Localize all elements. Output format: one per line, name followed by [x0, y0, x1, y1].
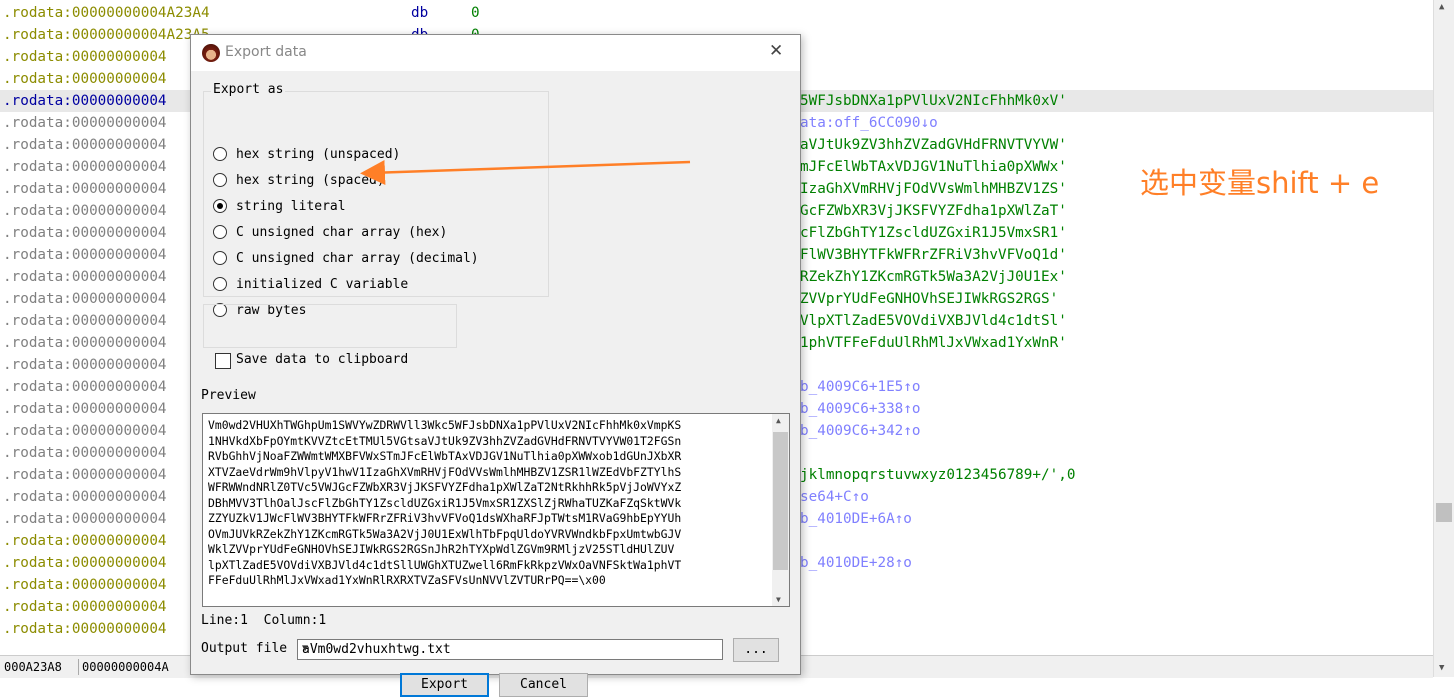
row-string[interactable]: 5WFJsbDNXa1pPVlUxV2NIcFhhMk0xV' [800, 90, 1067, 112]
annotation-text: 选中变量shift + e [1140, 166, 1380, 200]
row-xref[interactable]: se64+C↑o [800, 486, 869, 508]
listing-row[interactable]: .rodata:00000000004A23A4 db 0 [0, 2, 1433, 24]
row-address[interactable]: .rodata:00000000004 [3, 266, 167, 288]
row-address[interactable]: .rodata:00000000004 [3, 68, 167, 90]
radio-label[interactable]: C unsigned char array (decimal) [236, 249, 479, 269]
output-file-label: Output file [201, 641, 288, 656]
row-string[interactable]: mJFcElWbTAxVDJGV1NuTlhia0pXWWx' [800, 156, 1067, 178]
row-address[interactable]: .rodata:00000000004 [3, 112, 167, 134]
export-as-label: Export as [211, 82, 286, 97]
row-address[interactable]: .rodata:00000000004 [3, 288, 167, 310]
row-address[interactable]: .rodata:00000000004 [3, 178, 167, 200]
export-data-dialog: Export data ✕ Export as hex string (unsp… [190, 34, 801, 697]
radio-label[interactable]: C unsigned char array (hex) [236, 223, 447, 243]
row-address[interactable]: .rodata:00000000004 [3, 508, 167, 530]
column-value: 1 [318, 613, 327, 628]
radio-button[interactable] [213, 147, 227, 161]
radio-button[interactable] [213, 173, 227, 187]
row-xref[interactable]: b_4009C6+1E5↑o [800, 376, 921, 398]
row-address[interactable]: .rodata:00000000004 [3, 354, 167, 376]
dialog-title: Export data [225, 44, 307, 60]
row-xref[interactable]: b_4010DE+6A↑o [800, 508, 912, 530]
preview-scrollbar[interactable]: ▲ ▼ [772, 414, 789, 606]
radio-label[interactable]: initialized C variable [236, 275, 408, 295]
row-address[interactable]: .rodata:00000000004 [3, 310, 167, 332]
row-xref[interactable]: b_4010DE+28↑o [800, 552, 912, 574]
dialog-body: Export as hex string (unspaced) hex strin… [191, 71, 800, 697]
clipboard-group [203, 304, 457, 348]
preview-text[interactable]: Vm0wd2VHUXhTWGhpUm1SWVYwZDRWVll3Wkc5WFJs… [208, 418, 681, 589]
status-address: 00000000004A [82, 660, 169, 674]
row-string[interactable]: VlpXTlZadE5VOVdiVXBJVld4c1dtSl' [800, 310, 1067, 332]
radio-button[interactable] [213, 225, 227, 239]
output-file-combobox[interactable]: aVm0wd2vhuxhtwg.txt ▼ [297, 639, 723, 660]
row-address[interactable]: .rodata:00000000004 [3, 574, 167, 596]
row-address[interactable]: .rodata:00000000004 [3, 552, 167, 574]
browse-button[interactable]: ... [733, 638, 779, 662]
row-string[interactable]: FlWV3BHYTFkWFRrZFRiV3hvVFVoQ1d' [800, 244, 1067, 266]
row-address[interactable]: .rodata:00000000004 [3, 222, 167, 244]
status-separator [78, 659, 79, 675]
row-address[interactable]: .rodata:00000000004 [3, 596, 167, 618]
chevron-down-icon[interactable]: ▼ [302, 643, 718, 654]
column-label: Column: [263, 613, 319, 628]
row-address[interactable]: .rodata:00000000004A23A4 [3, 2, 210, 24]
row-address[interactable]: .rodata:00000000004A23A5 [3, 24, 210, 46]
radio-label[interactable]: string literal [236, 197, 346, 217]
row-address[interactable]: .rodata:00000000004 [3, 134, 167, 156]
scroll-up-icon[interactable]: ▲ [1439, 2, 1444, 12]
row-string[interactable]: aVJtUk9ZV3hhZVZadGVHdFRNVTVYVW' [800, 134, 1067, 156]
row-address[interactable]: .rodata:00000000004 [3, 90, 167, 112]
save-clipboard-label[interactable]: Save data to clipboard [236, 352, 408, 367]
row-address[interactable]: .rodata:00000000004 [3, 332, 167, 354]
dialog-titlebar[interactable]: Export data ✕ [191, 35, 800, 71]
row-address[interactable]: .rodata:00000000004 [3, 156, 167, 178]
radio-label[interactable]: hex string (spaced) [236, 171, 385, 191]
listing-vertical-scrollbar[interactable]: ▲ ▼ [1433, 0, 1454, 677]
radio-button[interactable] [213, 251, 227, 265]
row-string[interactable]: 1phVTFFeFduUlRhMlJxVWxad1YxWnR' [800, 332, 1067, 354]
row-string[interactable]: jklmnopqrstuvwxyz0123456789+/',0 [800, 464, 1075, 486]
row-address[interactable]: .rodata:00000000004 [3, 244, 167, 266]
row-address[interactable]: .rodata:00000000004 [3, 464, 167, 486]
close-icon[interactable]: ✕ [769, 41, 783, 61]
scroll-down-icon[interactable]: ▼ [1439, 663, 1444, 673]
row-address[interactable]: .rodata:00000000004 [3, 398, 167, 420]
line-value: 1 [240, 613, 248, 628]
row-string[interactable]: GcFZWbXR3VjJKSFVYZFdha1pXWlZaT' [800, 200, 1067, 222]
scroll-thumb[interactable] [1436, 503, 1452, 522]
row-string[interactable]: IzaGhXVmRHVjFOdVVsWmlhMHBZV1ZS' [800, 178, 1067, 200]
row-string[interactable]: RZekZhY1ZKcmRGTk5Wa3A2VjJ0U1Ex' [800, 266, 1067, 288]
row-address[interactable]: .rodata:00000000004 [3, 530, 167, 552]
row-string[interactable]: ZVVprYUdFeGNHOVhSEJIWkRGS2RGS' [800, 288, 1058, 310]
preview-label: Preview [201, 388, 256, 403]
cursor-position: Line:1 Column:1 [201, 613, 326, 628]
row-address[interactable]: .rodata:00000000004 [3, 376, 167, 398]
row-address[interactable]: .rodata:00000000004 [3, 420, 167, 442]
preview-scroll-down-icon[interactable]: ▼ [776, 595, 781, 604]
row-xref[interactable]: b_4009C6+338↑o [800, 398, 921, 420]
line-label: Line: [201, 613, 241, 628]
row-xref[interactable]: b_4009C6+342↑o [800, 420, 921, 442]
row-address[interactable]: .rodata:00000000004 [3, 46, 167, 68]
row-xref[interactable]: ata:off_6CC090↓o [800, 112, 938, 134]
row-string[interactable]: cFlZbGhTY1ZscldUZGxiR1J5VmxSR1' [800, 222, 1067, 244]
preview-scroll-up-icon[interactable]: ▲ [776, 416, 781, 425]
row-mnemonic[interactable]: db [411, 2, 428, 24]
row-address[interactable]: .rodata:00000000004 [3, 486, 167, 508]
row-address[interactable]: .rodata:00000000004 [3, 200, 167, 222]
radio-button[interactable] [213, 277, 227, 291]
row-address[interactable]: .rodata:00000000004 [3, 442, 167, 464]
preview-textarea[interactable]: Vm0wd2VHUXhTWGhpUm1SWVYwZDRWVll3Wkc5WFJs… [202, 413, 790, 607]
radio-button[interactable] [213, 199, 227, 213]
row-address[interactable]: .rodata:00000000004 [3, 618, 167, 640]
status-offset: 000A23A8 [4, 660, 62, 674]
ida-app-icon [202, 44, 220, 62]
row-operand[interactable]: 0 [471, 2, 480, 24]
preview-scroll-thumb[interactable] [773, 432, 788, 570]
save-clipboard-checkbox[interactable] [215, 353, 231, 369]
radio-label[interactable]: hex string (unspaced) [236, 145, 400, 165]
